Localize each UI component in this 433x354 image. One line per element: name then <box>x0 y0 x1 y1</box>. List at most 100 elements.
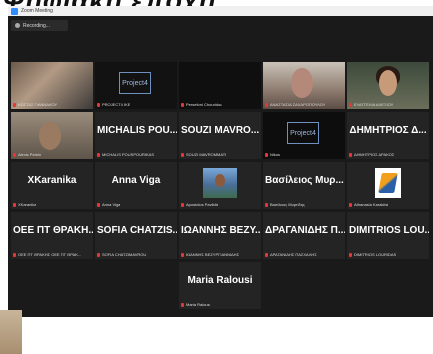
participant-tile[interactable]: ΟΕΕ ΠΤ ΘΡΑΚΗ... ΟΕΕ ΠΤ ΘΡΑΚΗΣ ΟΕΕ ΠΤ ΘΡΑΚ… <box>11 212 93 259</box>
zoom-icon <box>11 7 18 15</box>
recording-label: Recording... <box>23 22 50 29</box>
muted-mic-icon <box>265 102 268 107</box>
muted-mic-icon <box>349 102 352 107</box>
participant-name-label: ΚΩΣΤΑΣ ΓΙΑΝΝΑΚΟΥ <box>13 102 57 107</box>
participant-tile[interactable]: Βασίλειος Μυρ... Βασίλειος Μυρτίδης <box>263 162 345 209</box>
participant-video <box>375 168 401 198</box>
muted-mic-icon <box>13 252 16 257</box>
participant-display-name: SOFIA CHATZIS... <box>97 225 177 236</box>
participant-tile[interactable]: Athanasia Karakitsi <box>347 162 429 209</box>
company-logo-icon <box>378 173 398 193</box>
muted-mic-icon <box>265 252 268 257</box>
participant-name-text: Anna Viga <box>102 202 121 207</box>
participant-name-label: Persefoni Chouridou <box>181 102 222 107</box>
participant-tile[interactable]: Maria Ralousi Maria Ralousi <box>179 262 261 309</box>
project4-logo: Project4 <box>119 72 151 94</box>
participant-display-name: Maria Ralousi <box>187 275 253 286</box>
muted-mic-icon <box>97 102 100 107</box>
participant-name-text: SOUZI MAVROMMATI <box>186 152 227 157</box>
participant-name-text: Apostolos Pavlidis <box>186 202 219 207</box>
recording-indicator[interactable]: Recording... <box>11 20 68 31</box>
participant-name-text: Nikos <box>270 152 281 157</box>
muted-mic-icon <box>181 152 184 157</box>
participant-row: Maria Ralousi Maria Ralousi <box>11 262 431 309</box>
participant-tile[interactable]: XKaranika XKaranika <box>11 162 93 209</box>
participant-name-label: ΕΥΑΓΓΕΛΙΑ ΑΛΕΞΙΟΥ <box>349 102 393 107</box>
participant-name-text: ΔΡΑΓΑΝΙΔΗΣ ΠΑΣΧΑΛΗΣ <box>270 252 317 257</box>
participant-row: XKaranika XKaranika Anna Viga Anna Viga Apos… <box>11 162 431 209</box>
participant-video <box>203 168 237 198</box>
participant-tile[interactable]: Project4 Nikos <box>263 112 345 159</box>
participant-name-label: DIMITRIOS LOURIDAS <box>349 252 396 257</box>
participant-tile[interactable]: SOUZI MAVRO... SOUZI MAVROMMATI <box>179 112 261 159</box>
participant-name-label: Alexis Perkin <box>13 152 41 157</box>
participant-grid: ΚΩΣΤΑΣ ΓΙΑΝΝΑΚΟΥ Project4 PROJECT4 IKE Pers… <box>11 62 431 312</box>
participant-display-name: ΙΩΑΝΝΗΣ ΒΕΖΥ... <box>181 225 261 236</box>
participant-display-name: Βασίλειος Μυρ... <box>265 175 344 186</box>
muted-mic-icon <box>97 252 100 257</box>
participant-tile[interactable]: ΑΝΑΣΤΑΣΙΑ ΖΑΧΑΡΟΠΟΥΛΟΥ <box>263 62 345 109</box>
muted-mic-icon <box>13 152 16 157</box>
participant-name-label: Nikos <box>265 152 280 157</box>
participant-display-name: ΟΕΕ ΠΤ ΘΡΑΚΗ... <box>13 225 93 236</box>
project4-logo: Project4 <box>287 122 319 144</box>
participant-name-label: Anna Viga <box>97 202 120 207</box>
participant-tile[interactable]: SOFIA CHATZIS... SOFIA CHATZIMAVROU <box>95 212 177 259</box>
participant-display-name: ΔΗΜΗΤΡΙΟΣ Δ... <box>349 125 427 136</box>
participant-name-label: Apostolos Pavlidis <box>181 202 218 207</box>
participant-tile[interactable]: Persefoni Chouridou <box>179 62 261 109</box>
participant-name-label: Athanasia Karakitsi <box>349 202 388 207</box>
zoom-meeting-window: Zoom Meeting Recording... ΚΩΣΤΑΣ ΓΙΑΝΝΑΚ… <box>8 6 433 317</box>
participant-name-text: ΚΩΣΤΑΣ ΓΙΑΝΝΑΚΟΥ <box>18 102 58 107</box>
participant-display-name: ΔΡΑΓΑΝΙΔΗΣ Π... <box>265 225 345 236</box>
participant-name-text: SOFIA CHATZIMAVROU <box>102 252 147 257</box>
participant-tile[interactable]: ΚΩΣΤΑΣ ΓΙΑΝΝΑΚΟΥ <box>11 62 93 109</box>
record-dot-icon <box>15 23 20 28</box>
participant-tile[interactable]: Anna Viga Anna Viga <box>95 162 177 209</box>
participant-tile[interactable]: ΔΡΑΓΑΝΙΔΗΣ Π... ΔΡΑΓΑΝΙΔΗΣ ΠΑΣΧΑΛΗΣ <box>263 212 345 259</box>
participant-name-label: ΔΡΑΓΑΝΙΔΗΣ ΠΑΣΧΑΛΗΣ <box>265 252 317 257</box>
muted-mic-icon <box>13 102 16 107</box>
participant-name-text: Maria Ralousi <box>186 302 211 307</box>
participant-row: ΚΩΣΤΑΣ ΓΙΑΝΝΑΚΟΥ Project4 PROJECT4 IKE Pers… <box>11 62 431 109</box>
participant-tile[interactable]: Apostolos Pavlidis <box>179 162 261 209</box>
participant-display-name: MICHALIS POU... <box>97 125 177 136</box>
muted-mic-icon <box>181 202 184 207</box>
participant-name-label: Maria Ralousi <box>181 302 210 307</box>
participant-name-text: Alexis Perkin <box>18 152 42 157</box>
participant-tile[interactable]: DIMITRIOS LOU... DIMITRIOS LOURIDAS <box>347 212 429 259</box>
muted-mic-icon <box>265 152 268 157</box>
muted-mic-icon <box>349 202 352 207</box>
participant-name-label: SOFIA CHATZIMAVROU <box>97 252 146 257</box>
participant-name-text: ΑΝΑΣΤΑΣΙΑ ΖΑΧΑΡΟΠΟΥΛΟΥ <box>270 102 326 107</box>
participant-tile[interactable]: ΕΥΑΓΓΕΛΙΑ ΑΛΕΞΙΟΥ <box>347 62 429 109</box>
participant-tile[interactable]: ΙΩΑΝΝΗΣ ΒΕΖΥ... ΙΩΑΝΝΗΣ ΒΕΖΥΡΓΙΑΝΝΙΔΗΣ <box>179 212 261 259</box>
participant-name-text: MICHALIS POUSPOURIKAS <box>102 152 155 157</box>
muted-mic-icon <box>349 252 352 257</box>
participant-face <box>39 122 61 150</box>
muted-mic-icon <box>181 102 184 107</box>
participant-display-name: SOUZI MAVRO... <box>181 125 260 136</box>
muted-mic-icon <box>97 152 100 157</box>
participant-display-name: DIMITRIOS LOU... <box>349 225 429 236</box>
participant-tile[interactable]: ΔΗΜΗΤΡΙΟΣ Δ... ΔΗΜΗΤΡΙΟΣ ΔΡΑΚΟΣ <box>347 112 429 159</box>
muted-mic-icon <box>97 202 100 207</box>
participant-name-label: ΟΕΕ ΠΤ ΘΡΑΚΗΣ ΟΕΕ ΠΤ ΘΡΑΚ... <box>13 252 81 257</box>
participant-name-text: DIMITRIOS LOURIDAS <box>354 252 397 257</box>
background-photo <box>0 310 22 354</box>
muted-mic-icon <box>265 202 268 207</box>
participant-name-text: ΕΥΑΓΓΕΛΙΑ ΑΛΕΞΙΟΥ <box>354 102 394 107</box>
participant-tile[interactable]: Alexis Perkin <box>11 112 93 159</box>
participant-name-label: SOUZI MAVROMMATI <box>181 152 226 157</box>
participant-name-text: ΟΕΕ ΠΤ ΘΡΑΚΗΣ ΟΕΕ ΠΤ ΘΡΑΚ... <box>18 252 82 257</box>
participant-display-name: XKaranika <box>27 175 77 186</box>
participant-name-text: ΙΩΑΝΝΗΣ ΒΕΖΥΡΓΙΑΝΝΙΔΗΣ <box>186 252 240 257</box>
participant-name-text: Βασίλειος Μυρτίδης <box>270 202 305 207</box>
participant-tile[interactable]: MICHALIS POU... MICHALIS POUSPOURIKAS <box>95 112 177 159</box>
participant-tile[interactable]: Project4 PROJECT4 IKE <box>95 62 177 109</box>
muted-mic-icon <box>181 252 184 257</box>
participant-name-label: Βασίλειος Μυρτίδης <box>265 202 305 207</box>
window-title: Zoom Meeting <box>21 8 53 14</box>
muted-mic-icon <box>349 152 352 157</box>
participant-name-label: XKaranika <box>13 202 36 207</box>
